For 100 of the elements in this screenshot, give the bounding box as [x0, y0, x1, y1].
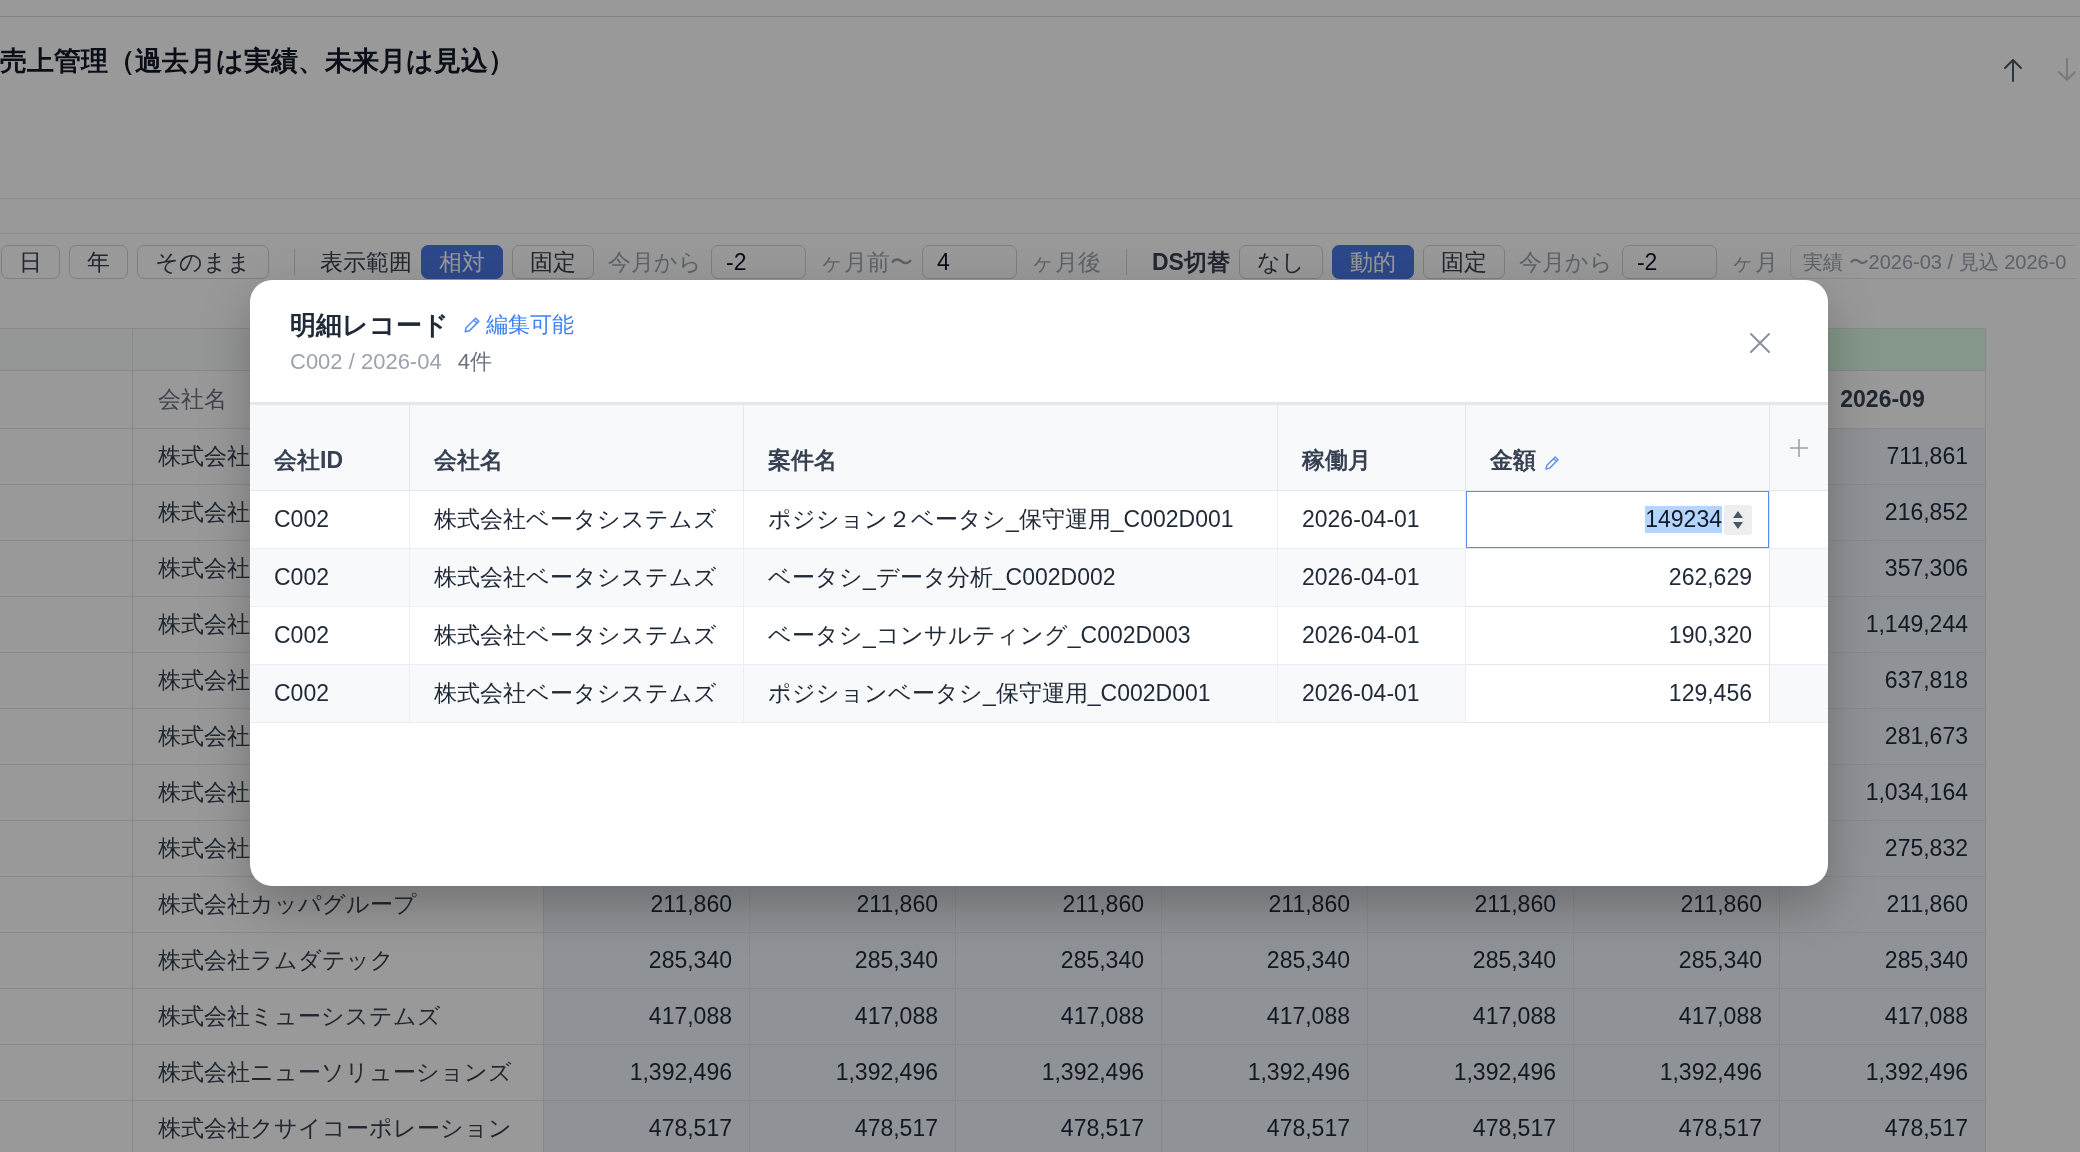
offset-input[interactable]: -2 [711, 245, 806, 279]
amount-text: 211,860 [650, 891, 732, 918]
column-header: 会社ID [274, 446, 343, 475]
ds-switch-label: DS切替 [1152, 247, 1230, 277]
period-button[interactable]: 年 [69, 245, 128, 279]
amount-text: 1,392,496 [1453, 1059, 1556, 1086]
amount-text: 1,392,496 [1041, 1059, 1144, 1086]
amount-text: 478,517 [648, 1115, 732, 1142]
amount-text: 1,034,164 [1865, 779, 1968, 806]
months-before-label: ヶ月前〜 [820, 247, 913, 277]
editable-label: 編集可能 [486, 311, 574, 339]
amount-text: 1,392,496 [1865, 1059, 1968, 1086]
record-count: 4件 [457, 348, 492, 376]
column-header: 会社名 [158, 385, 227, 414]
company-name: 株式会社ラムダテック [158, 946, 394, 975]
company-name: 株式会社クサイコーポレーション [158, 1114, 512, 1143]
amount-text: 211,860 [1268, 891, 1350, 918]
amount-text: 417,088 [1678, 1003, 1762, 1030]
amount-text: 211,860 [1474, 891, 1556, 918]
amount-text: 211,860 [1680, 891, 1762, 918]
range-label: 表示範囲 [320, 247, 412, 277]
table-cell[interactable]: 190,320 [1466, 607, 1770, 665]
from-month-label: 今月から [608, 247, 702, 277]
amount-input[interactable]: 149234 [1466, 491, 1769, 548]
spinner-icon[interactable] [1724, 504, 1752, 535]
amount-text: 285,340 [1060, 947, 1144, 974]
table-cell: 株式会社ベータシステムズ [410, 665, 744, 723]
page-title: 売上管理（過去月は実績、未来月は見込） [0, 45, 515, 78]
amount-text: 417,088 [1472, 1003, 1556, 1030]
amount-text: 1,149,244 [1865, 611, 1968, 638]
months-label: ヶ月 [1730, 247, 1778, 277]
amount-text: 417,088 [1884, 1003, 1968, 1030]
ds-mode-button[interactable]: なし [1238, 245, 1323, 279]
pencil-icon [463, 316, 481, 334]
company-name: 株式会社 [158, 498, 250, 527]
amount-text: 285,340 [648, 947, 732, 974]
amount-text: 417,088 [1060, 1003, 1144, 1030]
period-button[interactable]: そのまま [137, 245, 269, 279]
range-mode-button[interactable]: 固定 [512, 245, 594, 279]
amount-text: 285,340 [1266, 947, 1350, 974]
from-month-label: 今月から [1518, 247, 1613, 277]
table-cell: C002 [250, 665, 410, 723]
column-header: 案件名 [768, 446, 837, 475]
amount-text: 285,340 [854, 947, 938, 974]
amount-text: 211,860 [1062, 891, 1144, 918]
column-header: 会社名 [434, 446, 503, 475]
amount-text: 478,517 [1678, 1115, 1762, 1142]
company-name: 株式会社 [158, 442, 250, 471]
amount-text: 478,517 [854, 1115, 938, 1142]
table-cell: ポジションベータシ_保守運用_C002D001 [744, 665, 1278, 723]
ds-mode-button[interactable]: 動的 [1331, 245, 1414, 279]
months-after-label: ヶ月後 [1031, 247, 1101, 277]
period-summary: 実績 〜2026-03 / 見込 2026-0 [1789, 245, 2076, 279]
range-mode-button[interactable]: 相対 [421, 245, 503, 279]
amount-text: 417,088 [648, 1003, 732, 1030]
amount-text: 1,392,496 [1659, 1059, 1762, 1086]
ds-mode-button[interactable]: 固定 [1422, 245, 1505, 279]
offset-input[interactable]: 4 [922, 245, 1017, 279]
period-button[interactable]: 日 [1, 245, 60, 279]
company-name: 株式会社カッパグループ [158, 890, 417, 919]
company-name: 株式会社ニューソリューションズ [158, 1058, 512, 1087]
close-icon [1749, 331, 1771, 354]
amount-text: 281,673 [1884, 723, 1968, 750]
company-name: 株式会社 [158, 610, 250, 639]
amount-text: 1,392,496 [835, 1059, 938, 1086]
amount-text: 1,392,496 [629, 1059, 732, 1086]
amount-text: 357,306 [1884, 555, 1968, 582]
amount-text: 1,392,496 [1247, 1059, 1350, 1086]
column-header: 2026-09 [1840, 386, 1925, 413]
amount-text: 417,088 [854, 1003, 938, 1030]
table-cell[interactable]: 262,629 [1466, 549, 1770, 607]
offset-input[interactable]: -2 [1621, 245, 1717, 279]
column-header: 稼働月 [1302, 446, 1371, 475]
column-header: 金額 [1490, 446, 1536, 475]
up-arrow-icon[interactable] [2002, 58, 2024, 82]
dialog-title: 明細レコード [290, 309, 449, 342]
pencil-icon [1544, 455, 1560, 471]
amount-text: 216,852 [1884, 499, 1968, 526]
amount-text: 478,517 [1266, 1115, 1350, 1142]
amount-text: 711,861 [1886, 443, 1968, 470]
plus-icon [1789, 437, 1809, 458]
company-name: 株式会社ミューシステムズ [158, 1002, 441, 1031]
amount-text: 275,832 [1884, 835, 1968, 862]
amount-text: 478,517 [1472, 1115, 1556, 1142]
company-name: 株式会社 [158, 722, 250, 751]
amount-text: 285,340 [1884, 947, 1968, 974]
record-context: C002 / 2026-04 [290, 348, 442, 376]
amount-text: 417,088 [1266, 1003, 1350, 1030]
company-name: 株式会社 [158, 834, 250, 863]
amount-text: 478,517 [1884, 1115, 1968, 1142]
company-name: 株式会社 [158, 666, 250, 695]
amount-text: 637,818 [1884, 667, 1968, 694]
amount-text: 211,860 [1886, 891, 1968, 918]
amount-text: 285,340 [1472, 947, 1556, 974]
table-cell[interactable]: 129,456 [1466, 665, 1770, 723]
company-name: 株式会社 [158, 778, 250, 807]
company-name: 株式会社 [158, 554, 250, 583]
amount-text: 478,517 [1060, 1115, 1144, 1142]
amount-text: 285,340 [1678, 947, 1762, 974]
add-column-button[interactable] [1789, 437, 1809, 458]
